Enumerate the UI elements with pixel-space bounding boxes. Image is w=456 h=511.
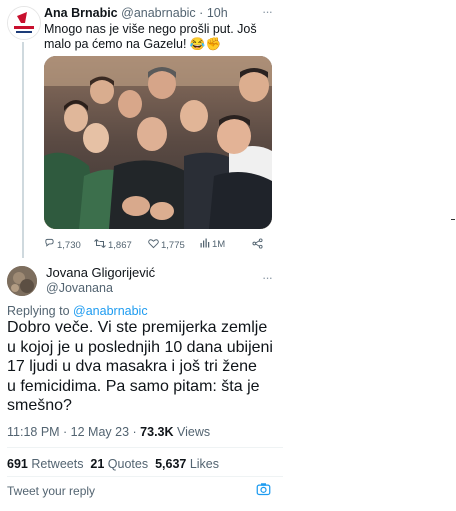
like-count: 1,775 xyxy=(161,239,185,251)
heart-icon xyxy=(148,238,159,252)
retweet-count: 1,867 xyxy=(108,239,132,251)
reply-timestamp[interactable]: 11:18 PM · 12 May 23 · xyxy=(7,425,137,439)
quotes-count: 21 xyxy=(90,457,105,471)
tweet-photo[interactable] xyxy=(44,56,272,229)
tweet-like-action[interactable]: 1,775 xyxy=(148,238,185,252)
retweets-count: 691 xyxy=(7,457,28,471)
likes-label: Likes xyxy=(189,457,220,471)
reply-text-line: u femicidima. Pa samo pitam: šta je xyxy=(7,377,260,395)
reply-text-line: u kojoj je u poslednjih 10 dana ubijeni xyxy=(7,338,273,356)
tweet-separator: · xyxy=(199,6,204,20)
divider xyxy=(7,447,283,448)
replying-to-label: Replying to xyxy=(7,304,70,318)
quotes-label: Quotes xyxy=(107,457,149,471)
edge-mark xyxy=(451,219,455,220)
reply-text-line: 17 ljudi u dva masakra i još tri žene xyxy=(7,358,257,376)
more-icon[interactable]: ··· xyxy=(262,4,273,19)
engagement-stats: 691 Retweets 21 Quotes 5,637 Likes xyxy=(7,457,219,471)
quotes-stat[interactable]: 21 Quotes xyxy=(90,457,148,471)
retweets-stat[interactable]: 691 Retweets xyxy=(7,457,83,471)
avatar-image xyxy=(7,266,37,296)
views-count: 1M xyxy=(212,239,226,250)
image-icon[interactable] xyxy=(256,482,271,502)
reply-input[interactable]: Tweet your reply xyxy=(7,484,95,498)
thread-line xyxy=(22,42,24,258)
avatar-ana-brnabic[interactable] xyxy=(7,6,41,40)
likes-count: 5,637 xyxy=(155,457,187,471)
replying-to: Replying to @anabrnabic xyxy=(7,304,148,318)
reply-icon xyxy=(44,238,55,252)
reply-author-handle[interactable]: @Jovanana xyxy=(46,281,113,295)
group-selfie-image xyxy=(44,56,272,229)
likes-stat[interactable]: 5,637 Likes xyxy=(155,457,219,471)
tweet-text-line: malo pa ćemo na Gazelu! 😂✊ xyxy=(44,37,222,51)
reply-text: Dobro veče. Vi ste premijerka zemlje u k… xyxy=(7,318,277,416)
reply-count: 1,730 xyxy=(57,239,81,251)
avatar-jovana[interactable] xyxy=(7,266,37,296)
retweet-icon xyxy=(94,238,106,252)
tweet-author-handle[interactable]: @anabrnabic xyxy=(121,6,196,20)
reply-meta: 11:18 PM · 12 May 23 · 73.3K Views xyxy=(7,425,210,439)
retweets-label: Retweets xyxy=(31,457,84,471)
reply-text-line: smešno? xyxy=(7,397,72,415)
tweet-reply-action[interactable]: 1,730 xyxy=(44,238,81,252)
tweet-author-name[interactable]: Ana Brnabic xyxy=(44,6,118,20)
share-icon[interactable] xyxy=(252,238,263,249)
reply-author-name[interactable]: Jovana Gligorijević xyxy=(46,265,155,280)
tweet-time[interactable]: 10h xyxy=(207,6,228,20)
reply-views-label: Views xyxy=(177,425,211,439)
reply-views-count: 73.3K xyxy=(140,425,174,439)
tweet-header: Ana Brnabic @anabrnabic · 10h xyxy=(44,6,228,20)
tweet-views-action[interactable]: 1M xyxy=(200,238,225,251)
replying-to-link[interactable]: @anabrnabic xyxy=(73,304,148,318)
more-icon[interactable]: ··· xyxy=(262,270,273,285)
reply-text-line: Dobro veče. Vi ste premijerka zemlje xyxy=(7,319,268,336)
party-logo-icon xyxy=(8,7,40,39)
tweet-text: Mnogo nas je više nego prošli put. Još m… xyxy=(44,22,274,52)
divider xyxy=(7,476,283,477)
views-chart-icon xyxy=(200,238,210,251)
tweet-retweet-action[interactable]: 1,867 xyxy=(94,238,132,252)
tweet-text-line: Mnogo nas je više nego prošli put. Još xyxy=(44,22,257,36)
